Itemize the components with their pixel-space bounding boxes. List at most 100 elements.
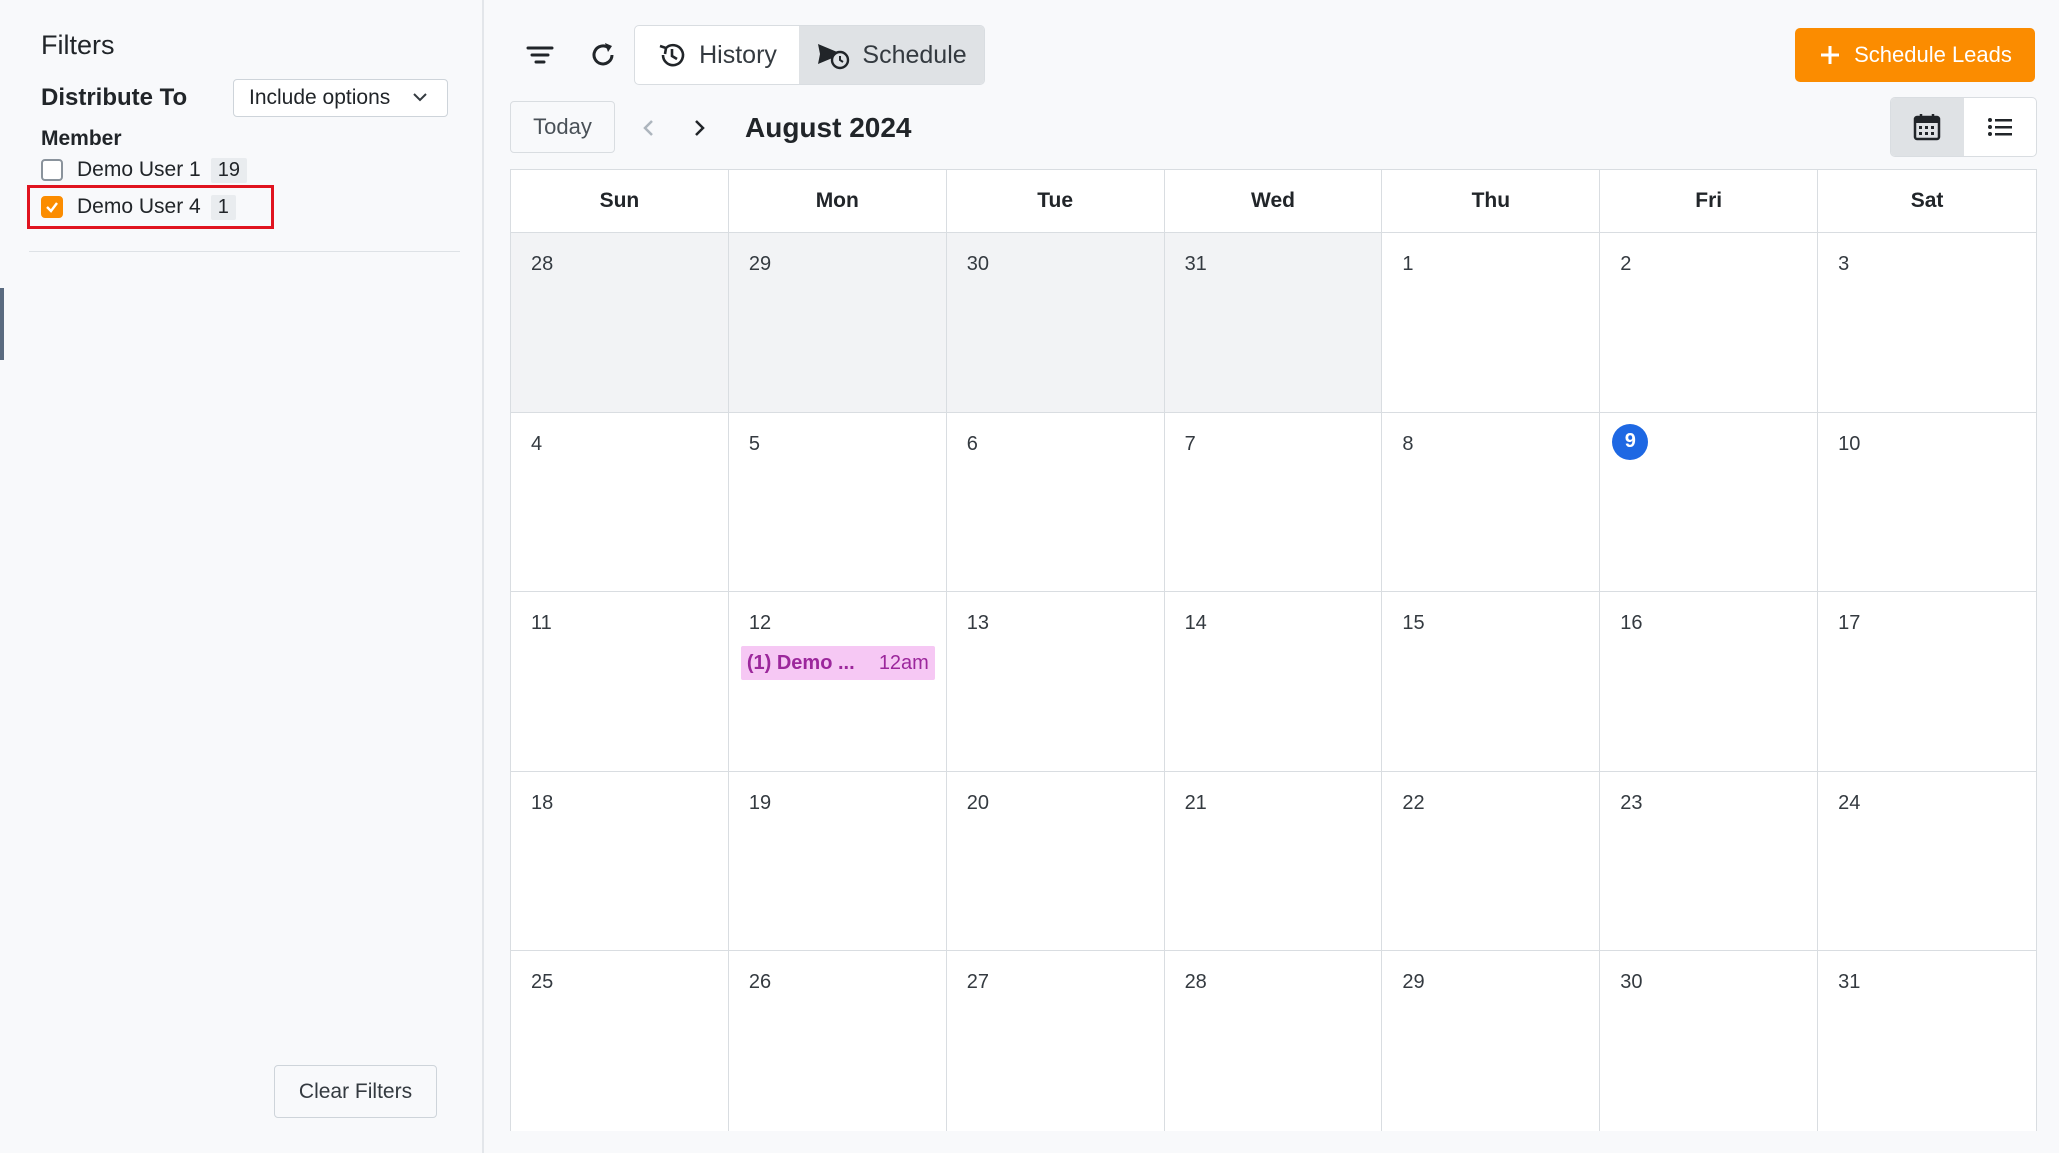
date-number: 22	[1402, 791, 1425, 814]
date-number: 12	[748, 612, 772, 635]
day-cell[interactable]: 17	[1818, 592, 2036, 772]
day-cell[interactable]: 20	[946, 771, 1165, 952]
day-cell[interactable]: 25	[511, 951, 729, 1131]
day-cell[interactable]: 28	[1164, 951, 1383, 1131]
day-cell[interactable]: 28	[511, 233, 729, 413]
date-number: 28	[531, 253, 554, 275]
calendar-event[interactable]: (1) Demo ... 12am	[740, 646, 935, 681]
day-cell[interactable]: 18	[511, 771, 729, 952]
date-number: 17	[1838, 612, 1861, 635]
day-cell[interactable]: 22	[1382, 771, 1601, 952]
next-month-icon[interactable]	[682, 111, 716, 145]
refresh-icon[interactable]	[586, 38, 620, 72]
event-time: 12am	[878, 651, 929, 674]
day-cell[interactable]: 31	[1818, 951, 2036, 1131]
history-button[interactable]: History	[635, 26, 799, 84]
member-checkbox[interactable]	[41, 159, 63, 181]
day-cell[interactable]: 10	[1818, 412, 2036, 593]
date-number: 29	[748, 253, 772, 275]
filters-title: Filters	[41, 30, 115, 60]
date-number: 16	[1620, 612, 1643, 635]
schedule-leads-button[interactable]: Schedule Leads	[1795, 28, 2035, 82]
date-number: 20	[966, 791, 989, 814]
day-cell[interactable]: 26	[728, 951, 947, 1131]
distribute-to-label: Distribute To	[41, 84, 188, 111]
date-number: 27	[966, 971, 989, 994]
schedule-button[interactable]: Schedule	[799, 26, 984, 84]
list-icon	[1987, 118, 2012, 136]
day-cell[interactable]: 29	[1382, 951, 1601, 1131]
prev-month-icon[interactable]	[632, 111, 666, 145]
schedule-send-icon	[818, 44, 850, 70]
day-cell[interactable]: 9	[1600, 412, 1819, 593]
day-cell[interactable]: 12 (1) Demo ... 12am	[728, 592, 947, 772]
clear-filters-button[interactable]: Clear Filters	[274, 1065, 437, 1118]
month-title: August 2024	[745, 112, 912, 143]
weekday-header-wed: Wed	[1165, 170, 1383, 232]
weekday-header-tue: Tue	[947, 170, 1165, 232]
day-cell[interactable]: 30	[1600, 951, 1819, 1131]
plus-icon	[1821, 46, 1840, 64]
sidebar-resize-handle[interactable]	[0, 288, 4, 360]
calendar-icon	[1914, 114, 1941, 141]
member-name: Demo User 1	[77, 158, 201, 181]
date-number: 23	[1620, 791, 1643, 814]
day-cell[interactable]: 3	[1818, 233, 2036, 413]
date-number: 31	[1184, 253, 1207, 275]
member-option-demo-user-1[interactable]: Demo User 1 19	[41, 155, 247, 185]
month-calendar: Sun Mon Tue Wed Thu Fri Sat 28 29 30 31 1 2 3 4 5 6 7 8 9 1…	[510, 169, 2037, 1131]
date-number: 3	[1838, 253, 1850, 275]
day-cell[interactable]: 14	[1164, 592, 1383, 772]
chevron-down-icon	[413, 93, 427, 102]
day-cell[interactable]: 6	[946, 412, 1165, 593]
date-number: 10	[1838, 432, 1861, 455]
day-cell[interactable]: 7	[1164, 412, 1383, 593]
day-cell[interactable]: 19	[728, 771, 947, 952]
day-cell[interactable]: 15	[1382, 592, 1601, 772]
main-content: History Schedule Schedule Leads Today Au…	[486, 0, 2059, 1153]
day-cell[interactable]: 4	[511, 412, 729, 593]
filter-icon[interactable]	[523, 38, 557, 72]
date-number: 18	[531, 791, 554, 814]
day-cell[interactable]: 16	[1600, 592, 1819, 772]
date-number: 28	[1184, 971, 1207, 994]
day-cell[interactable]: 29	[728, 233, 947, 413]
day-cell[interactable]: 31	[1164, 233, 1383, 413]
history-label: History	[699, 40, 777, 69]
highlight-box	[27, 185, 274, 229]
day-cell[interactable]: 11	[511, 592, 729, 772]
sidebar-divider	[29, 251, 460, 252]
date-number: 5	[748, 432, 760, 455]
include-options-dropdown[interactable]: Include options	[233, 79, 448, 117]
day-cell[interactable]: 1	[1382, 233, 1601, 413]
weekday-header-sat: Sat	[1910, 189, 1944, 212]
day-cell[interactable]: 2	[1600, 233, 1819, 413]
day-cell[interactable]: 5	[728, 412, 947, 593]
date-number: 31	[1838, 971, 1861, 994]
day-cell[interactable]: 8	[1382, 412, 1601, 593]
list-view-button[interactable]	[1964, 98, 2037, 156]
date-number: 30	[1620, 971, 1643, 994]
date-number: 6	[966, 432, 978, 455]
day-cell[interactable]: 30	[946, 233, 1165, 413]
member-count-badge: 19	[210, 157, 247, 183]
weekday-header-thu: Thu	[1382, 170, 1601, 232]
view-toggle	[1890, 97, 2037, 157]
member-label: Member	[41, 127, 122, 150]
date-number: 24	[1838, 791, 1861, 814]
date-number: 8	[1402, 432, 1414, 455]
day-cell[interactable]: 21	[1164, 771, 1383, 952]
weekday-header-fri: Fri	[1600, 170, 1819, 232]
weekday-header-mon: Mon	[729, 170, 947, 232]
today-button[interactable]: Today	[510, 101, 615, 153]
calendar-view-button[interactable]	[1891, 98, 1964, 156]
calendar-grid: 28 29 30 31 1 2 3 4 5 6 7 8 9 10 11 12 (1) Demo ... 12am 1…	[511, 233, 2036, 1131]
filters-sidebar: Filters Distribute To Include options Me…	[0, 0, 484, 1153]
include-options-value: Include options	[249, 86, 391, 109]
day-cell[interactable]: 24	[1818, 771, 2036, 952]
day-cell[interactable]: 23	[1600, 771, 1819, 952]
date-number: 4	[531, 432, 543, 455]
day-cell[interactable]: 27	[946, 951, 1165, 1131]
day-cell[interactable]: 13	[946, 592, 1165, 772]
schedule-label: Schedule	[862, 40, 967, 69]
